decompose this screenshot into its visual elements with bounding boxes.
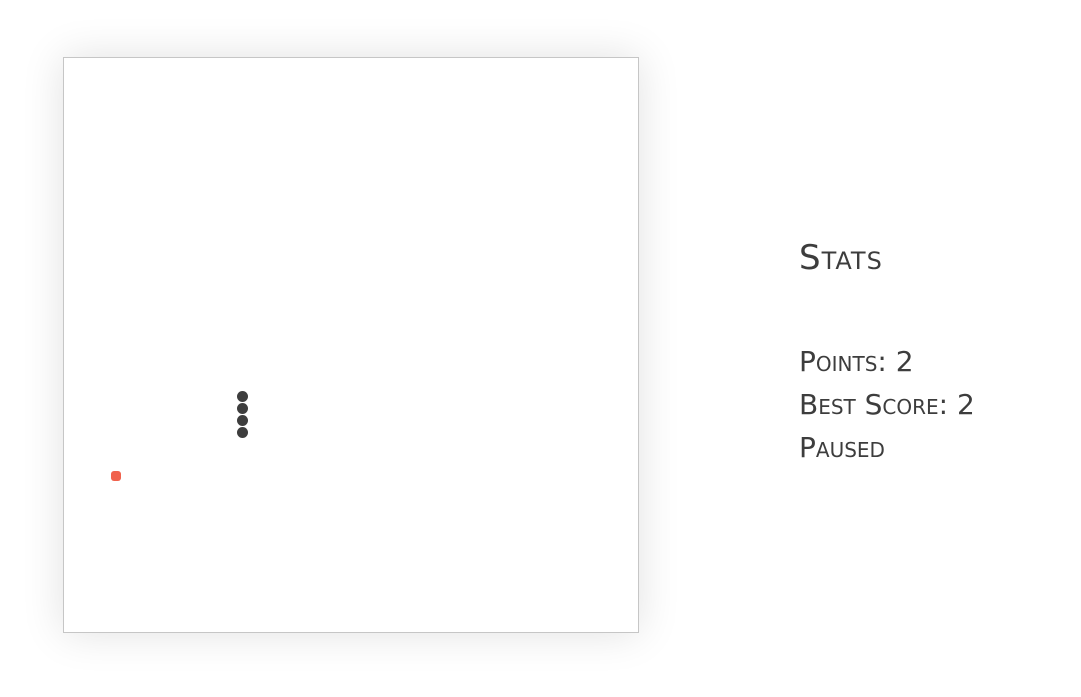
snake-segment — [237, 403, 248, 414]
snake-segment — [237, 415, 248, 426]
best-score-value: 2 — [957, 388, 975, 421]
snake-segment — [237, 391, 248, 402]
best-score-label: Best Score: — [799, 388, 949, 421]
stats-panel: Stats Points: 2 Best Score: 2 Paused — [799, 232, 1069, 469]
points-label: Points: — [799, 345, 887, 378]
stats-title: Stats — [799, 238, 883, 278]
points-value: 2 — [895, 345, 914, 378]
game-status: Paused — [799, 431, 885, 464]
snake-segment — [237, 427, 248, 438]
game-board[interactable] — [63, 57, 639, 633]
points-line: Points: 2 — [799, 340, 1069, 383]
food-pellet — [111, 471, 121, 481]
best-score-line: Best Score: 2 — [799, 383, 1069, 426]
